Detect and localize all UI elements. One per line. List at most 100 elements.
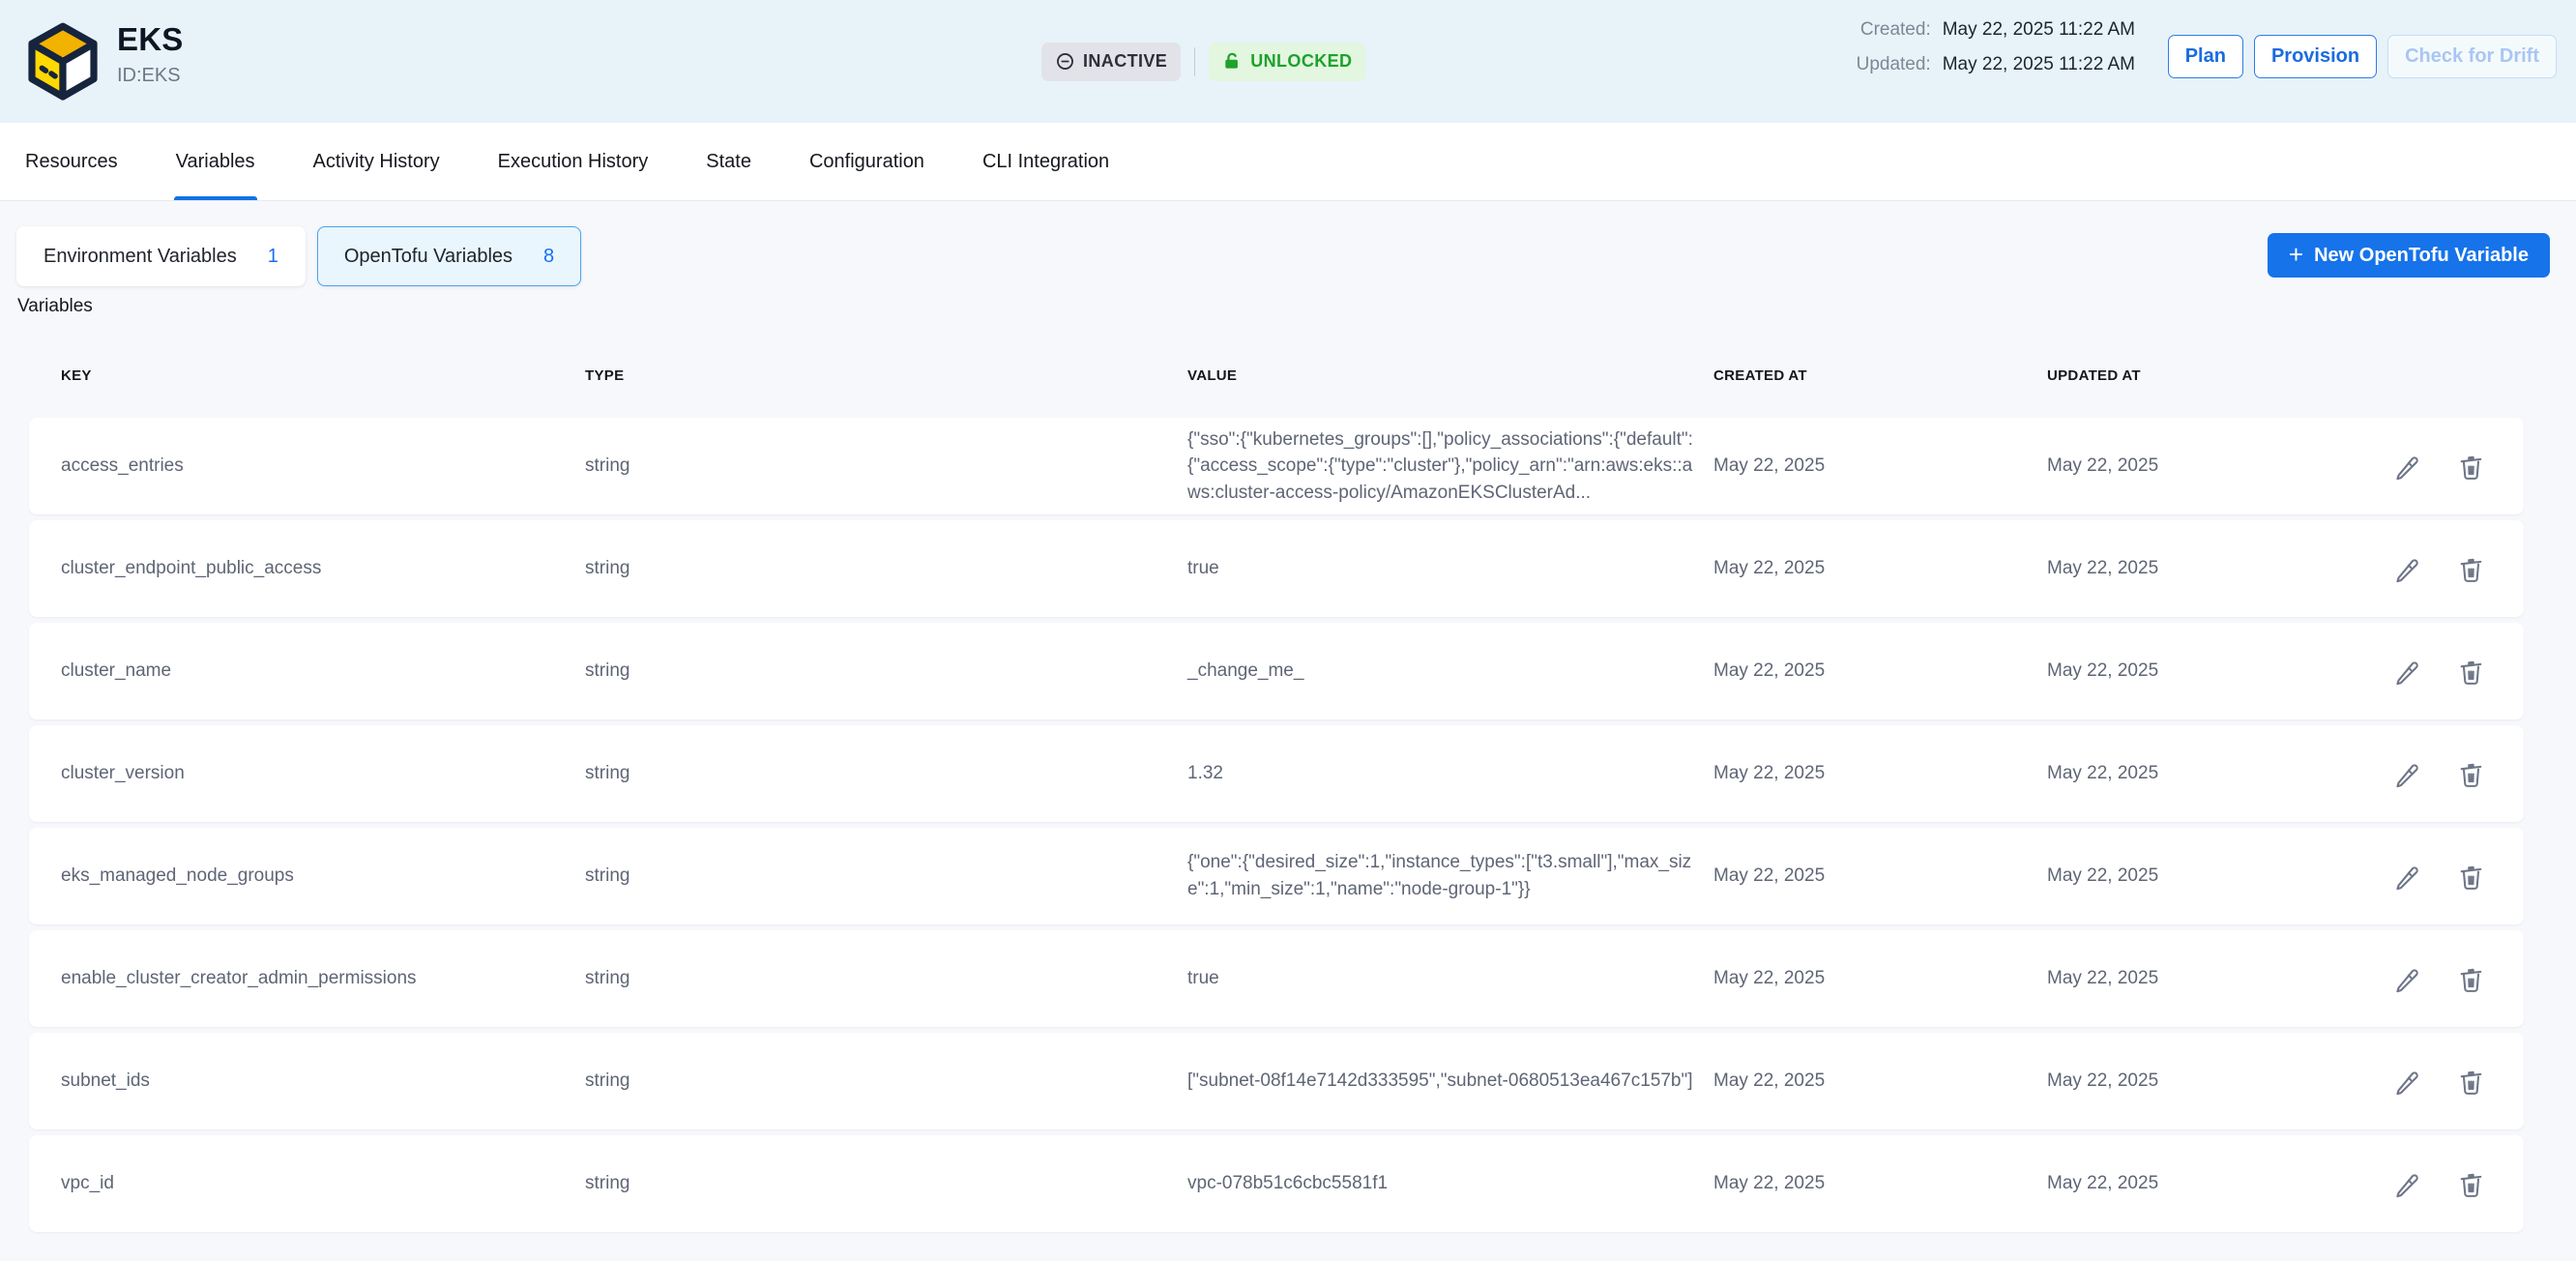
- variable-type: string: [585, 660, 1187, 682]
- environment-variables-count: 1: [268, 246, 278, 268]
- trash-icon: [2456, 657, 2486, 687]
- tab-cli-integration[interactable]: CLI Integration: [981, 123, 1111, 200]
- updated-value: May 22, 2025 11:22 AM: [1943, 54, 2135, 75]
- pencil-icon: [2392, 759, 2422, 789]
- status-badges: INACTIVE UNLOCKED: [1041, 0, 1365, 123]
- pencil-icon: [2392, 862, 2422, 892]
- delete-variable-button[interactable]: [2454, 962, 2487, 995]
- table-row: eks_managed_node_groups string {"one":{"…: [29, 828, 2524, 924]
- plan-button[interactable]: Plan: [2168, 35, 2243, 78]
- environment-id: ID:EKS: [117, 65, 183, 87]
- variable-type: string: [585, 865, 1187, 887]
- variable-key: enable_cluster_creator_admin_permissions: [61, 968, 585, 989]
- variable-type: string: [585, 968, 1187, 989]
- variable-created-at: May 22, 2025: [1713, 660, 2047, 682]
- pencil-icon: [2392, 452, 2422, 482]
- variable-type-switcher: Environment Variables 1 OpenTofu Variabl…: [16, 226, 581, 286]
- trash-icon: [2456, 452, 2486, 482]
- variable-value: vpc-078b51c6cbc5581f1: [1187, 1170, 1713, 1197]
- variable-value: ["subnet-08f14e7142d333595","subnet-0680…: [1187, 1068, 1713, 1095]
- table-row: cluster_version string 1.32 May 22, 2025…: [29, 725, 2524, 822]
- tab-configuration[interactable]: Configuration: [807, 123, 926, 200]
- timestamps-block: Created: May 22, 2025 11:22 AM Updated: …: [1857, 19, 2135, 75]
- variable-created-at: May 22, 2025: [1713, 968, 2047, 989]
- variable-key: vpc_id: [61, 1173, 585, 1194]
- tab-variables[interactable]: Variables: [174, 123, 257, 200]
- pencil-icon: [2392, 964, 2422, 994]
- opentofu-variables-count: 8: [543, 246, 554, 268]
- page-title: EKS: [117, 21, 183, 58]
- opentofu-variables-tab-label: OpenTofu Variables: [344, 246, 512, 268]
- variable-value: true: [1187, 965, 1713, 992]
- delete-variable-button[interactable]: [2454, 552, 2487, 585]
- created-label: Created:: [1857, 19, 1931, 41]
- trash-icon: [2456, 1169, 2486, 1199]
- new-opentofu-variable-label: New OpenTofu Variable: [2314, 245, 2529, 267]
- column-header-type: TYPE: [585, 367, 1187, 384]
- variable-key: eks_managed_node_groups: [61, 865, 585, 887]
- variable-created-at: May 22, 2025: [1713, 763, 2047, 784]
- created-value: May 22, 2025 11:22 AM: [1943, 19, 2135, 41]
- environment-variables-tab[interactable]: Environment Variables 1: [16, 226, 306, 286]
- variable-updated-at: May 22, 2025: [2047, 865, 2381, 887]
- tab-resources[interactable]: Resources: [23, 123, 120, 200]
- pencil-icon: [2392, 657, 2422, 687]
- variable-updated-at: May 22, 2025: [2047, 455, 2381, 477]
- table-row: cluster_endpoint_public_access string tr…: [29, 520, 2524, 617]
- variable-type: string: [585, 455, 1187, 477]
- column-header-key: KEY: [61, 367, 585, 384]
- column-header-value: VALUE: [1187, 367, 1713, 384]
- table-row: access_entries string {"sso":{"kubernete…: [29, 418, 2524, 514]
- tab-state[interactable]: State: [704, 123, 753, 200]
- updated-label: Updated:: [1857, 54, 1931, 75]
- variable-updated-at: May 22, 2025: [2047, 660, 2381, 682]
- trash-icon: [2456, 862, 2486, 892]
- environment-header: EKS ID:EKS INACTIVE UNLOCKED Crea: [0, 0, 2576, 123]
- variable-updated-at: May 22, 2025: [2047, 1070, 2381, 1092]
- variable-created-at: May 22, 2025: [1713, 1173, 2047, 1194]
- delete-variable-button[interactable]: [2454, 860, 2487, 893]
- environment-page: { "header": { "title": "EKS", "id": "ID:…: [0, 0, 2576, 1261]
- delete-variable-button[interactable]: [2454, 757, 2487, 790]
- unlocked-padlock-icon: [1222, 51, 1243, 72]
- trash-icon: [2456, 554, 2486, 584]
- lock-badge-label: UNLOCKED: [1250, 51, 1352, 72]
- plus-icon: +: [2289, 242, 2303, 267]
- delete-variable-button[interactable]: [2454, 1167, 2487, 1200]
- delete-variable-button[interactable]: [2454, 655, 2487, 688]
- table-row: cluster_name string _change_me_ May 22, …: [29, 623, 2524, 719]
- edit-variable-button[interactable]: [2390, 655, 2423, 688]
- table-row: subnet_ids string ["subnet-08f14e7142d33…: [29, 1033, 2524, 1129]
- variables-section-title: Variables: [17, 296, 93, 317]
- edit-variable-button[interactable]: [2390, 1065, 2423, 1098]
- variable-type: string: [585, 1173, 1187, 1194]
- edit-variable-button[interactable]: [2390, 860, 2423, 893]
- variable-value: 1.32: [1187, 760, 1713, 787]
- opentofu-cube-logo-icon: [24, 20, 102, 103]
- edit-variable-button[interactable]: [2390, 1167, 2423, 1200]
- variable-value: {"one":{"desired_size":1,"instance_types…: [1187, 849, 1713, 902]
- variable-value: true: [1187, 555, 1713, 582]
- edit-variable-button[interactable]: [2390, 450, 2423, 483]
- edit-variable-button[interactable]: [2390, 962, 2423, 995]
- edit-variable-button[interactable]: [2390, 757, 2423, 790]
- status-badge-inactive: INACTIVE: [1041, 43, 1181, 81]
- new-opentofu-variable-button[interactable]: + New OpenTofu Variable: [2268, 233, 2550, 278]
- provision-button[interactable]: Provision: [2254, 35, 2377, 78]
- variable-value: _change_me_: [1187, 658, 1713, 685]
- variable-key: access_entries: [61, 455, 585, 477]
- delete-variable-button[interactable]: [2454, 1065, 2487, 1098]
- column-header-created-at: CREATED AT: [1713, 367, 2047, 384]
- variable-updated-at: May 22, 2025: [2047, 1173, 2381, 1194]
- variable-updated-at: May 22, 2025: [2047, 763, 2381, 784]
- header-action-buttons: Plan Provision Check for Drift: [2168, 35, 2557, 78]
- trash-icon: [2456, 1067, 2486, 1097]
- opentofu-variables-tab[interactable]: OpenTofu Variables 8: [317, 226, 581, 286]
- environment-title-block: EKS ID:EKS: [117, 21, 183, 87]
- trash-icon: [2456, 964, 2486, 994]
- edit-variable-button[interactable]: [2390, 552, 2423, 585]
- check-for-drift-button[interactable]: Check for Drift: [2387, 35, 2557, 78]
- tab-activity-history[interactable]: Activity History: [311, 123, 442, 200]
- delete-variable-button[interactable]: [2454, 450, 2487, 483]
- tab-execution-history[interactable]: Execution History: [496, 123, 651, 200]
